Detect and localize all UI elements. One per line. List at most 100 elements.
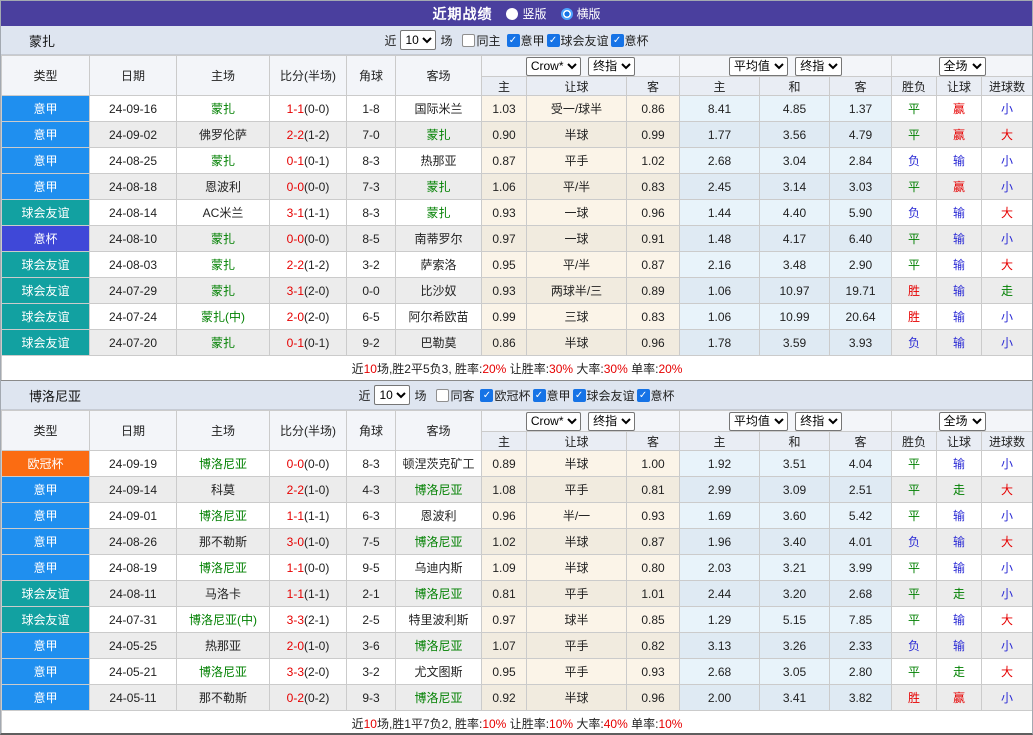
radio-checked-icon[interactable] (560, 7, 573, 20)
odds-company-select[interactable]: Crow* (525, 56, 581, 76)
match-type: 意甲 (1, 147, 90, 174)
match-date: 24-05-21 (89, 658, 177, 685)
layout-horizontal-option[interactable]: 横版 (560, 5, 601, 22)
results-table: 类型 日期 主场 比分(半场) 角球 客场 Crow* 终指 平均值 终指 全场… (1, 410, 1032, 733)
fulltime-score: 3-3 (286, 612, 304, 627)
col-handicap-result: 让球 (936, 76, 983, 96)
avg-draw-odds: 10.99 (759, 303, 831, 330)
match-result: 平 (891, 606, 938, 633)
match-row: 球会友谊 24-07-31 博洛尼亚(中) 3-3(2-1) 2-5 特里波利斯 0.97 球… (1, 606, 1032, 633)
goals-result: 小 (981, 684, 1032, 711)
games-count-select[interactable]: 10 (374, 385, 411, 405)
goals-result: 小 (981, 225, 1032, 252)
avg-home-odds: 2.44 (679, 580, 761, 607)
goals-result: 小 (981, 450, 1032, 477)
league-filter-item[interactable]: ✓ 意杯 (635, 387, 675, 404)
odds-time-select[interactable]: 终指 (588, 56, 636, 76)
odds-time-select[interactable]: 终指 (588, 411, 636, 431)
odds-company-select[interactable]: Crow* (525, 411, 581, 431)
near-label: 近 (358, 388, 371, 403)
average-dropdowns: 平均值 终指 (679, 55, 893, 77)
average-select[interactable]: 平均值 (728, 56, 788, 76)
goals-result: 大 (981, 658, 1032, 685)
title-bar: 近期战绩 竖版 横版 (1, 1, 1032, 26)
same-venue-filter[interactable]: ✓ 同主 (456, 32, 501, 49)
checkbox-checked-icon[interactable]: ✓ (636, 388, 650, 402)
league-filter-item[interactable]: ✓ 意杯 (609, 32, 649, 49)
league-filter-item[interactable]: ✓ 欧冠杯 (478, 387, 531, 404)
checkbox-checked-icon[interactable]: ✓ (480, 388, 494, 402)
league-filter-item[interactable]: ✓ 意甲 (505, 32, 545, 49)
checkbox-unchecked-icon[interactable]: ✓ (462, 33, 476, 47)
league-filter-item[interactable]: ✓ 球会友谊 (571, 387, 635, 404)
checkbox-checked-icon[interactable]: ✓ (546, 33, 560, 47)
col-handicap-away: 客 (625, 431, 681, 451)
handicap-away-odds: 0.91 (625, 225, 681, 252)
col-score: 比分(半场) (269, 55, 347, 96)
league-label: 意杯 (650, 388, 675, 403)
average-time-select[interactable]: 终指 (795, 411, 843, 431)
match-result: 负 (891, 199, 938, 226)
summary-value: 10% (658, 716, 683, 731)
corner-score: 3-2 (346, 251, 396, 278)
radio-unchecked-icon[interactable] (506, 7, 519, 20)
summary-label: 大率: (573, 716, 604, 731)
match-row: 球会友谊 24-07-29 蒙扎 3-1(2-0) 0-0 比沙奴 0.93 两球半/三 0.8… (1, 277, 1032, 304)
fulltime-score: 0-2 (286, 690, 304, 705)
handicap-away-odds: 0.80 (625, 554, 681, 581)
avg-home-odds: 1.06 (679, 277, 761, 304)
league-filter-item[interactable]: ✓ 意甲 (531, 387, 571, 404)
match-result: 平 (891, 476, 938, 503)
corner-score: 4-3 (346, 476, 396, 503)
away-team: 蒙扎 (395, 173, 482, 200)
dropdown-header-row: 类型 日期 主场 比分(半场) 角球 客场 Crow* 终指 平均值 终指 全场 (1, 55, 1032, 96)
scope-select[interactable]: 全场 (938, 56, 986, 76)
fulltime-score: 1-1 (286, 560, 304, 575)
match-type: 球会友谊 (1, 251, 90, 278)
checkbox-checked-icon[interactable]: ✓ (506, 33, 520, 47)
average-select[interactable]: 平均值 (728, 411, 788, 431)
checkbox-checked-icon[interactable]: ✓ (610, 33, 624, 47)
games-count-select[interactable]: 10 (400, 30, 437, 50)
checkbox-checked-icon[interactable]: ✓ (532, 388, 546, 402)
match-result: 胜 (891, 277, 938, 304)
match-date: 24-07-29 (89, 277, 177, 304)
handicap-line: 半球 (526, 528, 627, 555)
col-type: 类型 (1, 410, 90, 451)
avg-away-odds: 2.84 (829, 147, 893, 174)
summary-value: 30% (603, 361, 628, 376)
avg-home-odds: 1.06 (679, 303, 761, 330)
handicap-result: 赢 (936, 95, 983, 122)
scope-select[interactable]: 全场 (938, 411, 986, 431)
summary-text: 近10场,胜2平5负3, 胜率:20% 让胜率:30% 大率:30% 单率:20… (1, 355, 1032, 381)
match-date: 24-09-02 (89, 121, 177, 148)
match-date: 24-08-18 (89, 173, 177, 200)
goals-result: 大 (981, 528, 1032, 555)
match-score: 2-2(1-0) (269, 476, 347, 503)
checkbox-checked-icon[interactable]: ✓ (572, 388, 586, 402)
fulltime-score: 1-1 (286, 586, 304, 601)
summary-value: 10 (363, 361, 377, 376)
avg-draw-odds: 3.09 (759, 476, 831, 503)
handicap-home-odds: 0.96 (481, 502, 527, 529)
match-row: 球会友谊 24-07-24 蒙扎(中) 2-0(2-0) 6-5 阿尔希欧苗 0.99 三球 0… (1, 303, 1032, 330)
avg-draw-odds: 4.17 (759, 225, 831, 252)
fulltime-score: 3-1 (286, 283, 304, 298)
corner-score: 8-3 (346, 147, 396, 174)
checkbox-unchecked-icon[interactable]: ✓ (436, 388, 450, 402)
goals-result: 大 (981, 476, 1032, 503)
handicap-result: 输 (936, 632, 983, 659)
match-date: 24-07-31 (89, 606, 177, 633)
average-time-select[interactable]: 终指 (795, 56, 843, 76)
summary-value: 20% (658, 361, 683, 376)
same-venue-filter[interactable]: ✓ 同客 (430, 387, 474, 404)
home-team: 博洛尼亚 (176, 502, 270, 529)
league-filter-item[interactable]: ✓ 球会友谊 (545, 32, 609, 49)
layout-vertical-option[interactable]: 竖版 (506, 5, 547, 22)
match-result: 负 (891, 329, 938, 356)
avg-away-odds: 3.93 (829, 329, 893, 356)
match-row: 意甲 24-05-25 热那亚 2-0(1-0) 3-6 博洛尼亚 1.07 平手 0.82 3.… (1, 632, 1032, 659)
match-type: 意甲 (1, 95, 90, 122)
match-result: 胜 (891, 303, 938, 330)
handicap-result: 输 (936, 147, 983, 174)
